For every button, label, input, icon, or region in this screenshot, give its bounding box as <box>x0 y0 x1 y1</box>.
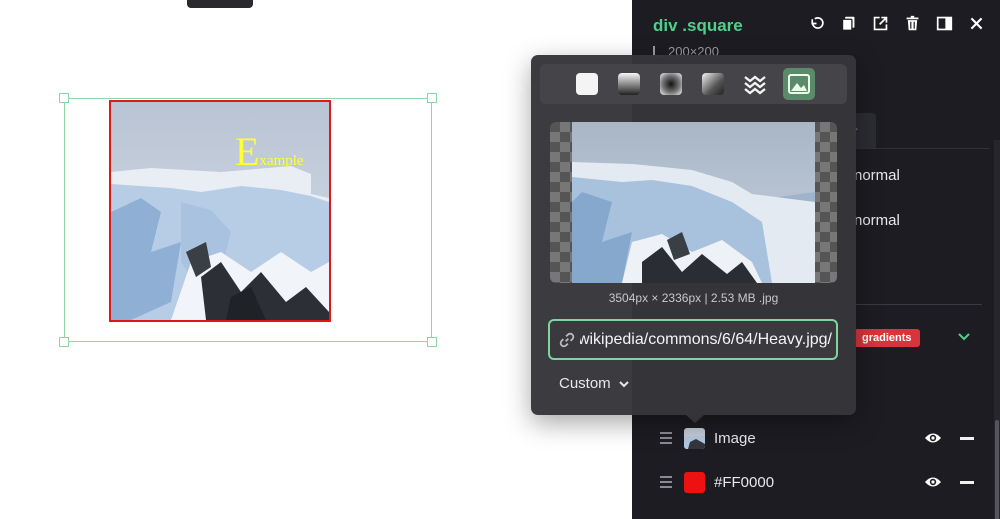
solid-fill-icon <box>576 73 598 95</box>
fill-type-conic[interactable] <box>697 68 729 100</box>
undo-icon <box>811 17 824 29</box>
open-external-button[interactable] <box>871 14 890 33</box>
layer-row-color[interactable]: #FF0000 <box>660 468 990 496</box>
popover-arrow <box>686 415 704 423</box>
image-thumbnail <box>684 427 705 449</box>
image-metadata: 3504px × 2336px | 2.53 MB .jpg <box>608 291 779 305</box>
background-popover: 3504px × 2336px | 2.53 MB .jpg Custom <box>531 55 856 423</box>
conic-gradient-icon <box>702 73 724 95</box>
scrollbar[interactable] <box>994 140 1000 519</box>
square-text: Example <box>235 128 304 175</box>
color-swatch[interactable] <box>684 471 705 493</box>
resize-handle-top-right[interactable] <box>427 93 437 103</box>
fill-type-solid[interactable] <box>571 68 603 100</box>
sidebar-toggle-icon <box>936 16 953 31</box>
image-url-input[interactable] <box>580 330 836 349</box>
remove-layer-button[interactable] <box>960 480 974 484</box>
copy-icon <box>841 16 855 31</box>
blend-mode-value[interactable]: normal <box>854 167 900 184</box>
blend-mode-value[interactable]: normal <box>854 212 900 229</box>
layer-row-image[interactable]: Image <box>660 424 990 452</box>
layer-label: #FF0000 <box>714 473 775 491</box>
radial-gradient-icon <box>660 73 682 95</box>
link-icon <box>559 332 575 347</box>
toggle-sidebar-button[interactable] <box>935 14 954 33</box>
delete-button[interactable] <box>903 14 922 33</box>
fill-type-selector <box>540 64 847 104</box>
eye-icon[interactable] <box>924 431 942 445</box>
panel-toolbar <box>807 14 986 33</box>
gradients-badge[interactable]: gradients <box>854 329 920 347</box>
linear-gradient-icon <box>618 73 640 95</box>
trash-icon <box>906 15 919 31</box>
chevron-down-icon <box>618 380 629 387</box>
external-link-icon <box>873 16 888 31</box>
chevron-down-icon[interactable] <box>956 329 972 345</box>
square-text-initial: E <box>235 129 260 174</box>
drag-handle-icon[interactable] <box>660 432 672 444</box>
fill-type-image[interactable] <box>783 68 815 100</box>
size-mode-label: Custom <box>559 375 611 392</box>
resize-handle-top-left[interactable] <box>59 93 69 103</box>
fill-type-radial[interactable] <box>655 68 687 100</box>
glacier-preview-image <box>572 122 815 283</box>
layer-label: Image <box>714 429 756 447</box>
undo-button[interactable] <box>807 14 826 33</box>
element-title: div .square <box>653 16 743 35</box>
image-preview <box>550 122 837 283</box>
close-button[interactable] <box>967 14 986 33</box>
top-tab[interactable] <box>187 0 253 8</box>
square-element[interactable]: Example <box>109 100 331 322</box>
resize-handle-bottom-right[interactable] <box>427 337 437 347</box>
image-icon <box>788 74 810 94</box>
fill-type-linear[interactable] <box>613 68 645 100</box>
square-text-rest: xample <box>259 153 304 169</box>
resize-handle-bottom-left[interactable] <box>59 337 69 347</box>
close-icon <box>970 17 983 30</box>
eye-icon[interactable] <box>924 475 942 489</box>
remove-layer-button[interactable] <box>960 436 974 440</box>
image-url-field[interactable] <box>548 319 838 360</box>
drag-handle-icon[interactable] <box>660 476 672 488</box>
zigzag-pattern-icon <box>744 75 766 95</box>
scrollbar-thumb[interactable] <box>995 420 999 519</box>
copy-button[interactable] <box>839 14 858 33</box>
size-mode-dropdown[interactable]: Custom <box>559 375 630 392</box>
fill-type-pattern[interactable] <box>739 68 771 100</box>
